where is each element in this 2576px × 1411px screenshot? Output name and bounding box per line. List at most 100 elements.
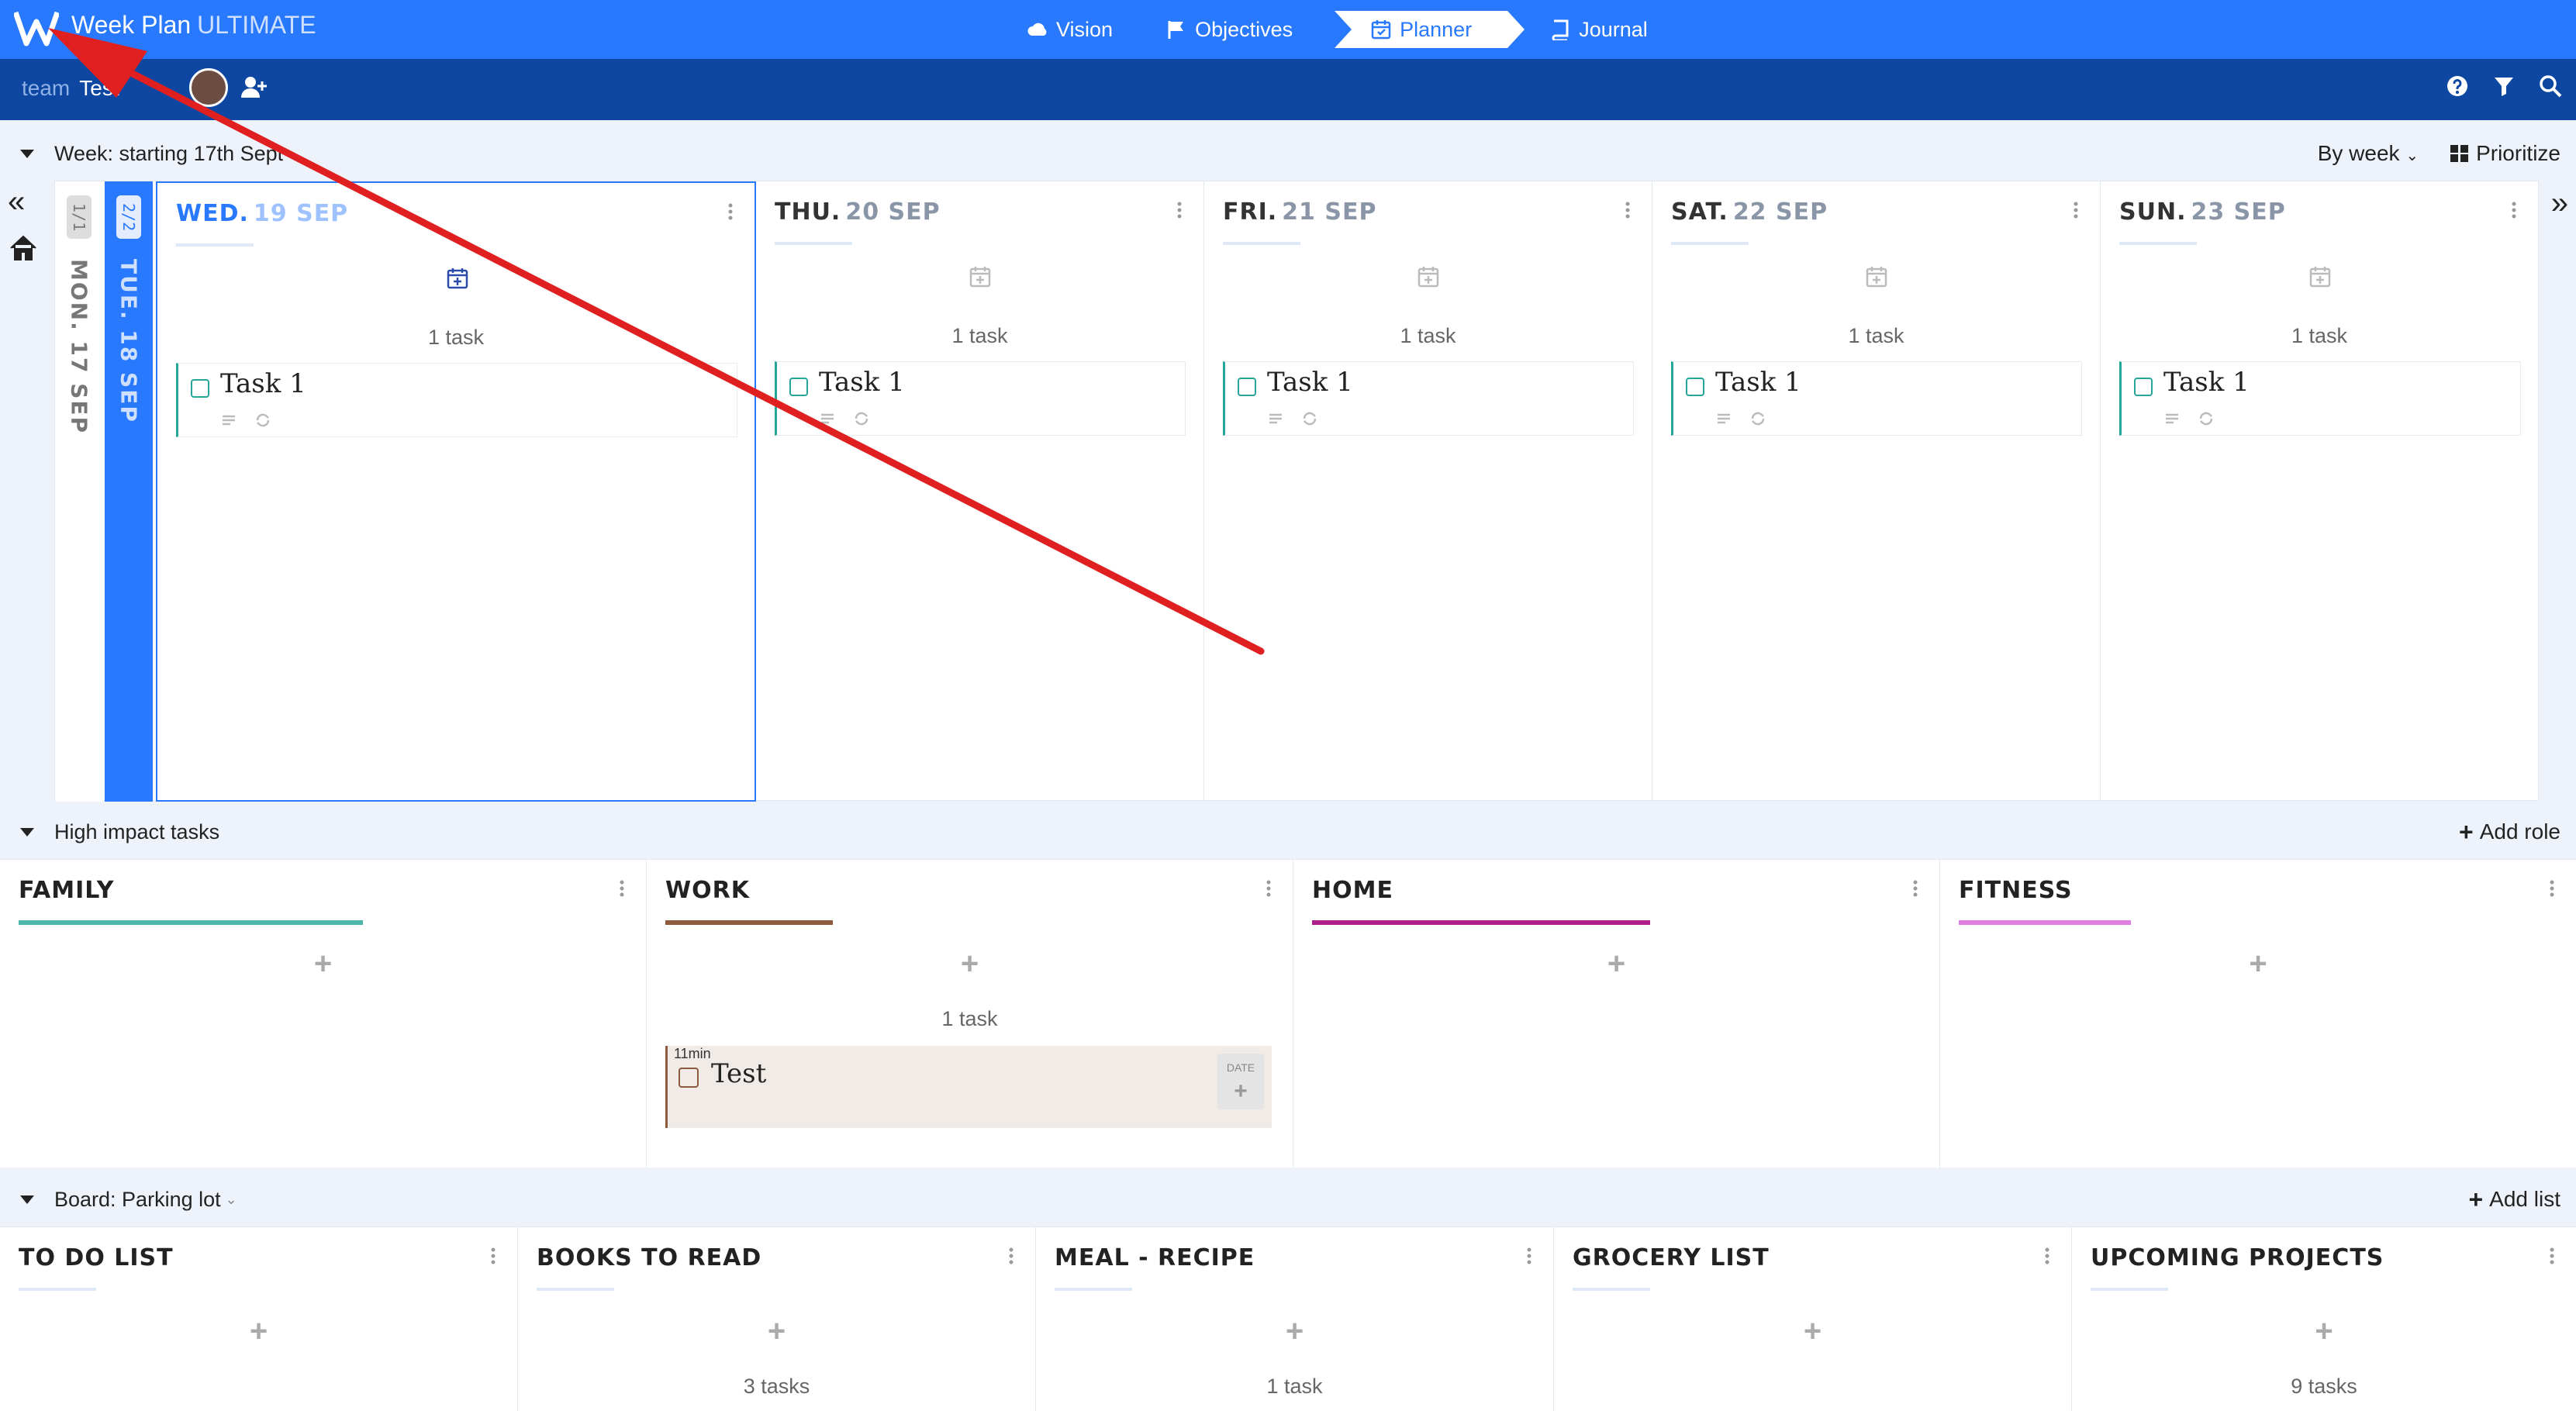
more-options-icon[interactable] xyxy=(2512,202,2516,219)
more-options-icon[interactable] xyxy=(2045,1247,2049,1264)
task-checkbox[interactable] xyxy=(789,378,808,396)
flag-icon xyxy=(1168,21,1184,39)
nav-planner[interactable]: Planner xyxy=(1335,11,1525,48)
task-checkbox[interactable] xyxy=(2134,378,2153,396)
notes-icon xyxy=(2166,413,2178,424)
view-selector[interactable]: By week ⌄ xyxy=(2318,141,2419,166)
collapse-caret-icon[interactable] xyxy=(20,1195,34,1204)
role-title: HOME xyxy=(1312,877,1393,904)
days-board: 1/1 MON. 17 SEP 2/2 TUE. 18 SEP WED. 19 S… xyxy=(54,181,2539,802)
task-title: Task 1 xyxy=(220,368,306,399)
day-title: WED. 19 SEP xyxy=(176,200,349,227)
list-column-projects: UPCOMING PROJECTS + 9 tasks xyxy=(2072,1227,2576,1411)
more-options-icon[interactable] xyxy=(1177,202,1182,219)
list-underline xyxy=(1573,1288,1650,1291)
set-date-button[interactable]: DATE + xyxy=(1217,1054,1264,1109)
more-options-icon[interactable] xyxy=(2550,880,2554,897)
task-count: 1 task xyxy=(427,326,485,349)
nav-vision[interactable]: Vision xyxy=(1000,11,1139,48)
task-card[interactable]: Task 1 xyxy=(1671,361,2082,436)
add-role-label: Add role xyxy=(2479,819,2560,843)
more-options-icon[interactable] xyxy=(620,880,624,897)
add-user-icon[interactable] xyxy=(240,74,267,101)
task-title: Test xyxy=(711,1058,767,1089)
task-card[interactable]: 11min Test DATE + xyxy=(665,1046,1272,1128)
task-duration: 11min xyxy=(674,1046,711,1061)
more-options-icon[interactable] xyxy=(1625,202,1630,219)
add-task-plus-icon[interactable]: + xyxy=(647,947,1293,981)
add-task-plus-icon[interactable]: + xyxy=(1554,1314,2071,1349)
add-list-label: Add list xyxy=(2489,1187,2560,1211)
add-task-plus-icon[interactable]: + xyxy=(0,947,646,981)
mini-day-tue[interactable]: 2/2 TUE. 18 SEP xyxy=(105,181,153,802)
collapse-left-icon[interactable]: « xyxy=(8,186,39,217)
task-title: Task 1 xyxy=(819,367,905,398)
task-count: 1 task xyxy=(1848,324,1904,347)
repeat-icon xyxy=(2199,412,2213,426)
task-card[interactable]: Task 1 xyxy=(775,361,1186,436)
mini-day-mon[interactable]: 1/1 MON. 17 SEP xyxy=(55,181,103,802)
nav-objectives[interactable]: Objectives xyxy=(1139,11,1319,48)
add-task-plus-icon[interactable]: + xyxy=(2072,1314,2576,1349)
add-task-calendar-icon[interactable] xyxy=(1865,265,1888,288)
add-list-button[interactable]: + Add list xyxy=(2468,1185,2560,1214)
prioritize-label: Prioritize xyxy=(2476,141,2560,165)
add-task-calendar-icon[interactable] xyxy=(1417,265,1440,288)
more-options-icon[interactable] xyxy=(1266,880,1271,897)
board-section-header[interactable]: Board: Parking lot ⌄ + Add list xyxy=(0,1172,2576,1226)
view-label: By week xyxy=(2317,141,2400,165)
filter-icon[interactable] xyxy=(2492,74,2516,98)
add-task-plus-icon[interactable]: + xyxy=(518,1314,1035,1349)
day-column-fri: FRI. 21 SEP 1 task Task 1 xyxy=(1204,181,1652,802)
home-icon[interactable] xyxy=(8,233,39,264)
week-section-header[interactable]: Week: starting 17th Sept By week ⌄ Prior… xyxy=(0,126,2576,181)
task-count: 9 tasks xyxy=(2291,1375,2357,1398)
impact-section-header[interactable]: High impact tasks + Add role xyxy=(0,805,2576,859)
nav-objectives-label: Objectives xyxy=(1195,17,1293,41)
expand-right-icon[interactable]: » xyxy=(2551,186,2568,221)
add-role-button[interactable]: + Add role xyxy=(2459,818,2560,847)
app-logo[interactable] xyxy=(14,8,59,48)
avatar[interactable] xyxy=(189,68,228,107)
prioritize-button[interactable]: Prioritize xyxy=(2450,141,2560,166)
app-name: Week Plan xyxy=(71,11,192,39)
task-checkbox[interactable] xyxy=(1238,378,1256,396)
task-checkbox[interactable] xyxy=(679,1068,699,1088)
more-options-icon[interactable] xyxy=(1527,1247,1531,1264)
team-selector[interactable]: team Test xyxy=(22,76,119,101)
add-task-calendar-icon[interactable] xyxy=(2308,265,2332,288)
collapse-caret-icon[interactable] xyxy=(20,827,34,837)
more-options-icon[interactable] xyxy=(491,1247,496,1264)
task-card[interactable]: Task 1 xyxy=(1223,361,1634,436)
add-task-plus-icon[interactable]: + xyxy=(0,1314,517,1349)
task-checkbox[interactable] xyxy=(1686,378,1704,396)
add-task-calendar-icon[interactable] xyxy=(969,265,992,288)
task-card[interactable]: Task 1 xyxy=(176,363,737,437)
task-checkbox[interactable] xyxy=(191,379,209,398)
more-options-icon[interactable] xyxy=(2074,202,2078,219)
add-task-plus-icon[interactable]: + xyxy=(1940,947,2576,981)
more-options-icon[interactable] xyxy=(1913,880,1918,897)
more-options-icon[interactable] xyxy=(1009,1247,1013,1264)
add-task-plus-icon[interactable]: + xyxy=(1293,947,1939,981)
help-icon[interactable] xyxy=(2446,74,2469,98)
toolbar-icons xyxy=(2446,74,2562,98)
day-underline xyxy=(1671,242,1749,245)
more-options-icon[interactable] xyxy=(728,203,733,220)
task-count: 1 task xyxy=(2291,324,2348,347)
search-icon[interactable] xyxy=(2539,74,2562,98)
add-task-plus-icon[interactable]: + xyxy=(1036,1314,1553,1349)
task-card[interactable]: Task 1 xyxy=(2119,361,2521,436)
nav-journal[interactable]: Journal xyxy=(1523,11,1674,48)
roles-board: FAMILY + WORK + 1 task 11min Test DATE + … xyxy=(0,859,2576,1168)
lists-board: TO DO LIST + BOOKS TO READ + 3 tasks MEA… xyxy=(0,1226,2576,1411)
list-underline xyxy=(19,1288,96,1291)
day-underline xyxy=(2119,242,2197,245)
chevron-down-icon[interactable]: ⌄ xyxy=(226,1192,237,1208)
plus-icon: + xyxy=(1234,1078,1248,1104)
add-task-calendar-icon[interactable] xyxy=(446,267,469,290)
role-column-work: WORK + 1 task 11min Test DATE + xyxy=(647,860,1293,1168)
board-label[interactable]: Board: Parking lot xyxy=(54,1188,221,1212)
more-options-icon[interactable] xyxy=(2550,1247,2554,1264)
collapse-caret-icon[interactable] xyxy=(20,149,34,158)
